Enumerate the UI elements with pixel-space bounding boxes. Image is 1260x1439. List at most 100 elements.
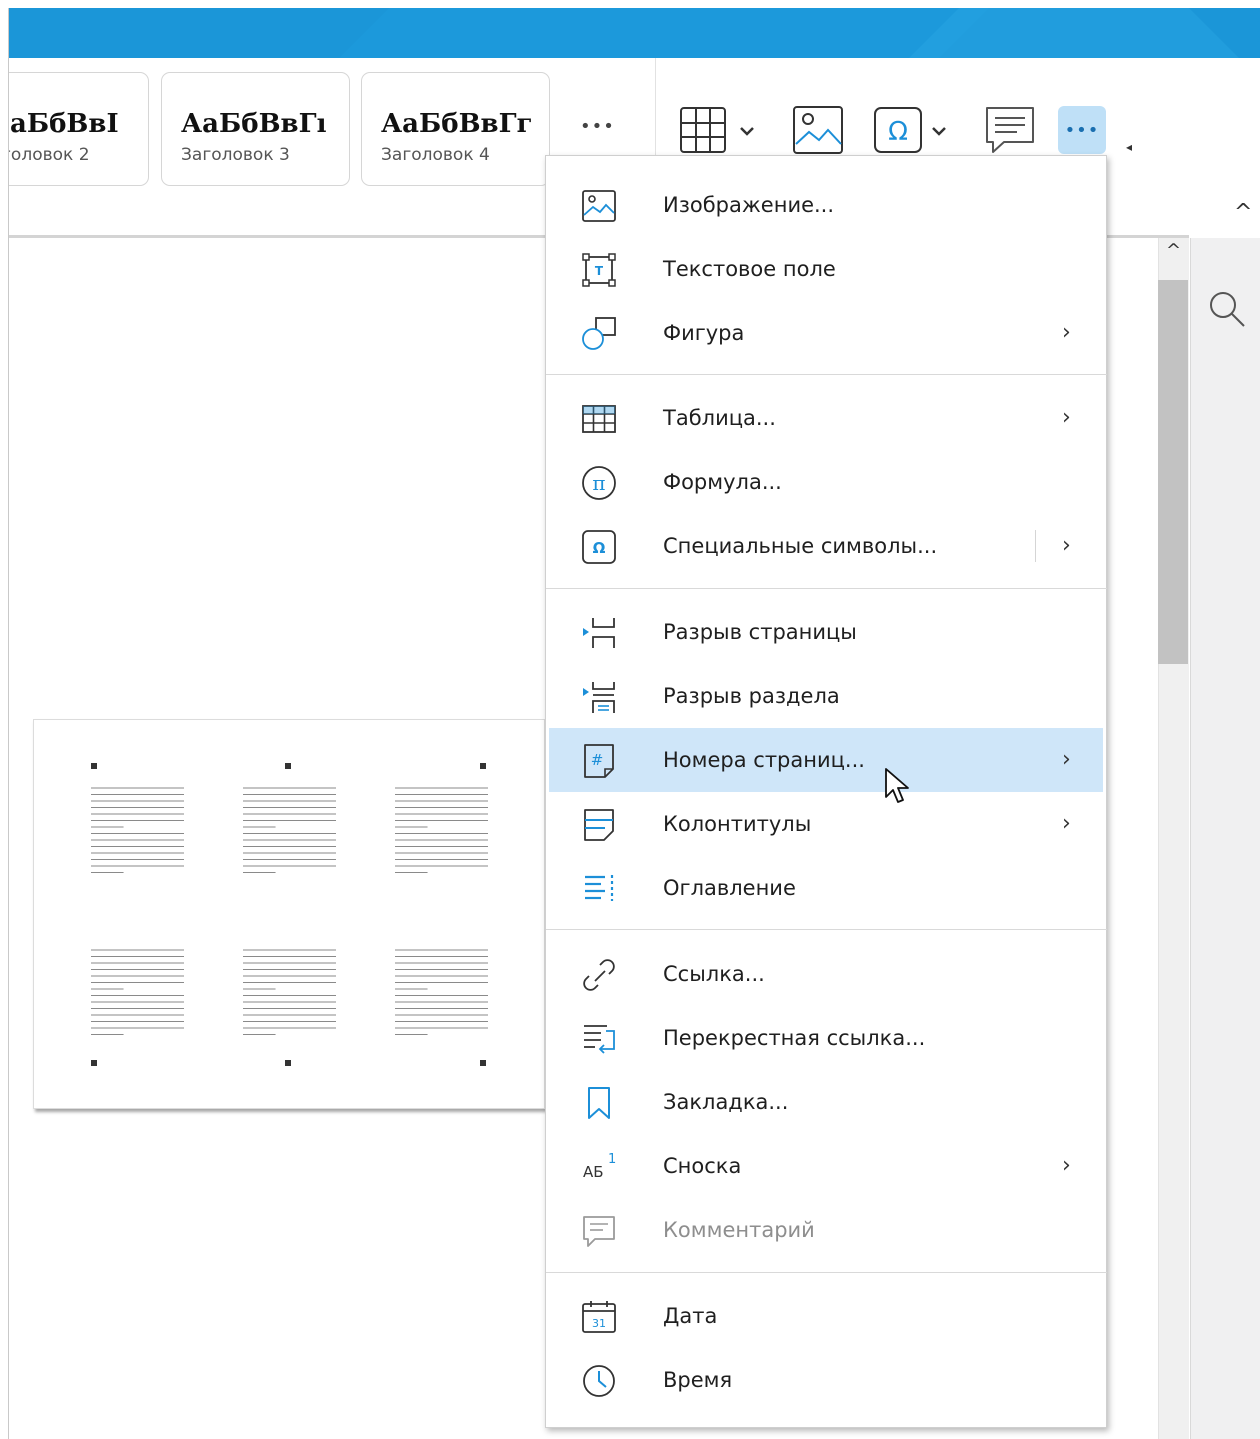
menu-item-formula[interactable]: π Формула... [546,450,1107,514]
collapse-ribbon-button[interactable]: ^ [1234,200,1252,225]
menu-item-table-of-contents[interactable]: Оглавление [546,856,1107,920]
menu-item-special-symbols[interactable]: Ω Специальные символы... › [546,514,1107,578]
comment-icon [986,107,1034,153]
menu-item-label: Ссылка... [663,962,765,986]
style-heading-4[interactable]: АаБбВвГг Заголовок 4 [361,72,550,186]
menu-item-label: Разрыв раздела [663,684,840,708]
menu-item-cross-reference[interactable]: Перекрестная ссылка... [546,1006,1107,1070]
style-name: Заголовок 3 [181,145,290,165]
menu-item-date[interactable]: 31 Дата [546,1284,1107,1348]
window-border-left [0,0,8,1439]
header-footer-icon [584,809,614,841]
table-icon [582,405,616,433]
right-side-panel [1190,238,1260,1439]
more-insert-button[interactable]: ••• [1058,106,1106,154]
style-heading-2[interactable]: аБбВвI головок 2 [0,72,149,186]
search-icon [1210,292,1245,327]
search-button[interactable] [1206,288,1248,330]
submenu-divider [1035,530,1036,562]
menu-item-label: Номера страниц... [663,748,865,772]
style-sample: аБбВвI [10,109,119,139]
window-edge-line [8,8,9,1439]
menu-item-headers-footers[interactable]: Колонтитулы › [546,792,1107,856]
insert-image-button[interactable] [792,104,844,156]
submenu-arrow-icon: › [1062,747,1071,772]
page-number-position-dot [91,1060,97,1066]
toc-icon [585,875,614,901]
insert-comment-button[interactable] [984,104,1036,156]
menu-item-label: Время [663,1368,733,1392]
menu-item-label: Перекрестная ссылка... [663,1026,926,1050]
menu-item-label: Специальные символы... [663,534,938,558]
menu-item-label: Фигура [663,321,745,345]
page-number-position-dot [285,763,291,769]
menu-item-label: Колонтитулы [663,812,812,836]
special-symbols-button[interactable]: Ω [872,104,958,156]
menu-item-section-break[interactable]: Разрыв раздела [546,664,1107,728]
calendar-icon: 31 [582,1301,616,1333]
menu-item-label: Разрыв страницы [663,620,857,644]
menu-item-text-box[interactable]: T Текстовое поле [546,237,1107,301]
menu-item-link[interactable]: Ссылка... [546,942,1107,1006]
menu-item-label: Сноска [663,1154,742,1178]
page-number-position-dot [285,1060,291,1066]
text-box-icon: T [582,253,616,287]
style-heading-3[interactable]: АаБбВвГı Заголовок 3 [161,72,350,186]
svg-text:Ω: Ω [888,117,908,147]
title-bar [9,8,1260,58]
omega-icon: Ω [874,107,946,153]
page-number-preview [33,719,545,1109]
insert-table-button[interactable] [678,104,764,156]
pi-icon: π [582,466,616,500]
table-icon [680,107,754,153]
menu-item-bookmark[interactable]: Закладка... [546,1070,1107,1134]
style-sample: АаБбВвГг [381,109,533,139]
menu-item-page-numbers[interactable]: # Номера страниц... › [549,728,1103,792]
menu-item-label: Дата [663,1304,718,1328]
footnote-icon: АБ 1 [583,1152,616,1181]
style-sample: АаБбВвГı [181,109,327,139]
menu-item-shape[interactable]: Фигура › [546,301,1107,365]
menu-separator [546,929,1107,930]
page-number-position-dot [91,763,97,769]
page-number-icon: # [584,744,614,778]
svg-text:АБ: АБ [583,1163,604,1181]
submenu-arrow-icon: › [1062,811,1071,836]
menu-separator [546,1272,1107,1273]
submenu-arrow-icon[interactable]: › [1062,514,1071,578]
menu-item-time[interactable]: Время [546,1348,1107,1412]
menu-item-label: Изображение... [663,193,835,217]
shape-icon [582,317,616,350]
svg-text:#: # [591,751,604,769]
svg-text:31: 31 [592,1317,606,1330]
menu-item-label: Закладка... [663,1090,789,1114]
menu-item-label: Текстовое поле [663,257,836,281]
menu-item-table[interactable]: Таблица... › [546,386,1107,450]
style-name: головок 2 [2,145,90,165]
menu-separator [546,374,1107,375]
link-icon [583,959,615,991]
svg-text:T: T [595,264,604,278]
menu-item-label: Формула... [663,470,782,494]
page-number-position-dot [480,763,486,769]
scrollbar-thumb[interactable] [1158,280,1188,664]
comment-icon [583,1216,615,1247]
more-styles-button[interactable]: ••• [580,116,615,137]
submenu-arrow-icon: › [1062,1153,1071,1178]
page-break-icon [583,618,615,648]
section-break-icon [583,682,615,713]
image-icon [582,190,616,222]
submenu-arrow-icon: › [1062,405,1071,430]
menu-item-label: Комментарий [663,1218,815,1242]
menu-item-image[interactable]: Изображение... [546,173,1107,237]
svg-text:Ω: Ω [593,539,606,557]
menu-item-footnote[interactable]: АБ 1 Сноска › [546,1134,1107,1198]
svg-text:1: 1 [608,1152,616,1167]
menu-item-label: Таблица... [663,406,776,430]
submenu-arrow-icon: › [1062,320,1071,345]
style-name: Заголовок 4 [381,145,490,165]
mouse-cursor-icon [885,768,909,803]
scroll-up-arrow[interactable]: ^ [1166,240,1181,261]
page-number-position-dot [480,1060,486,1066]
menu-item-page-break[interactable]: Разрыв страницы [546,600,1107,664]
